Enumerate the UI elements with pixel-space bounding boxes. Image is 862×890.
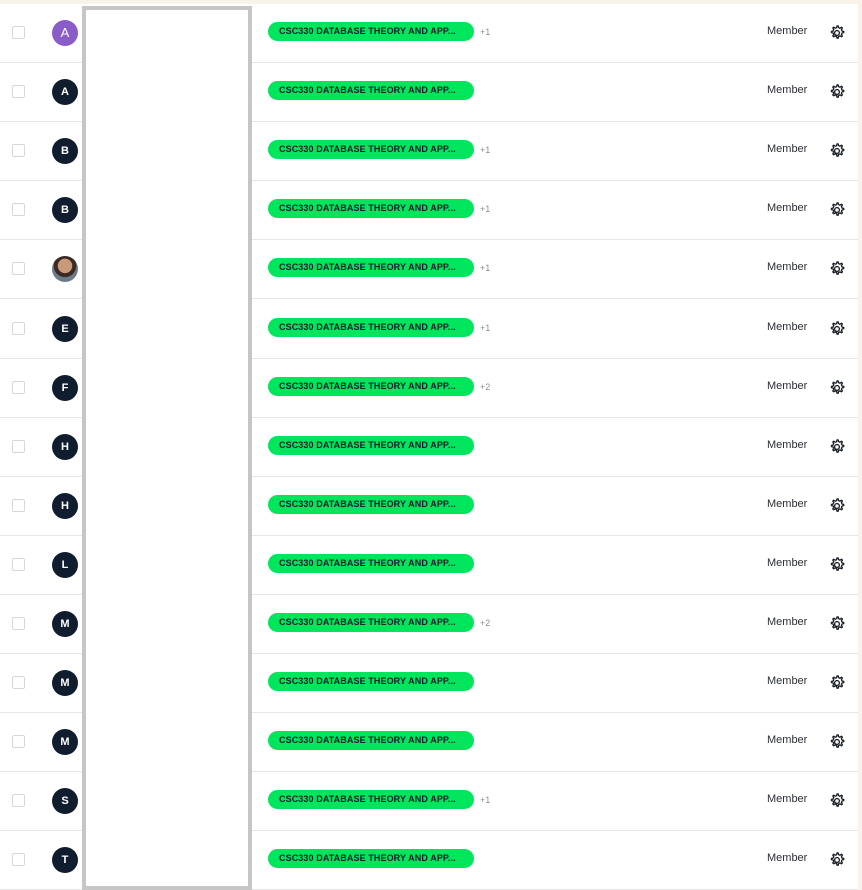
role-label: Member	[767, 675, 808, 688]
redacted-name-column	[82, 6, 252, 890]
row-checkbox[interactable]	[12, 794, 25, 808]
course-tag: CSC330 DATABASE THEORY AND APP...	[268, 790, 474, 810]
role-label: Member	[767, 261, 808, 274]
row-checkbox[interactable]	[12, 498, 25, 512]
avatar: H	[52, 492, 78, 519]
row-checkbox[interactable]	[12, 557, 25, 571]
role-label: Member	[767, 852, 808, 865]
course-tag: CSC330 DATABASE THEORY AND APP...	[268, 435, 474, 455]
course-tag: CSC330 DATABASE THEORY AND APP...	[268, 199, 474, 219]
extra-tags-count[interactable]: +1	[480, 204, 490, 214]
avatar: B	[52, 197, 78, 224]
gear-icon[interactable]	[828, 792, 846, 810]
gear-icon[interactable]	[828, 851, 846, 869]
row-checkbox[interactable]	[12, 85, 25, 99]
gear-icon[interactable]	[828, 674, 846, 692]
gear-icon[interactable]	[828, 24, 846, 42]
role-label: Member	[767, 556, 808, 569]
row-checkbox[interactable]	[12, 617, 25, 630]
avatar: B	[52, 138, 78, 165]
course-tag: CSC330 DATABASE THEORY AND APP...	[268, 258, 474, 278]
extra-tags-count[interactable]: +1	[480, 145, 490, 155]
gear-icon[interactable]	[828, 83, 846, 101]
row-checkbox[interactable]	[12, 853, 25, 867]
row-checkbox[interactable]	[12, 439, 25, 453]
gear-icon[interactable]	[828, 379, 846, 397]
role-label: Member	[767, 379, 808, 392]
gear-icon[interactable]	[828, 201, 846, 219]
course-tag: CSC330 DATABASE THEORY AND APP...	[268, 81, 474, 101]
role-label: Member	[767, 25, 808, 37]
role-label: Member	[767, 438, 808, 451]
course-tag: CSC330 DATABASE THEORY AND APP...	[268, 731, 474, 751]
role-label: Member	[767, 84, 808, 97]
row-checkbox[interactable]	[12, 26, 25, 39]
row-checkbox[interactable]	[12, 676, 25, 690]
avatar: F	[52, 374, 78, 401]
avatar: A	[52, 79, 78, 106]
role-label: Member	[767, 497, 808, 510]
gear-icon[interactable]	[828, 733, 846, 751]
extra-tags-count[interactable]: +1	[480, 263, 490, 273]
role-label: Member	[767, 202, 808, 215]
avatar: A	[52, 20, 78, 46]
avatar: M	[52, 670, 78, 697]
avatar: T	[52, 847, 78, 874]
avatar: H	[52, 433, 78, 460]
role-label: Member	[767, 616, 808, 628]
row-checkbox[interactable]	[12, 144, 25, 158]
course-tag: CSC330 DATABASE THEORY AND APP...	[268, 613, 474, 632]
extra-tags-count[interactable]: +1	[480, 323, 490, 333]
role-label: Member	[767, 320, 808, 333]
extra-tags-count[interactable]: +2	[480, 382, 490, 392]
gear-icon[interactable]	[828, 497, 846, 515]
course-tag: CSC330 DATABASE THEORY AND APP...	[268, 317, 474, 337]
avatar	[52, 256, 78, 283]
role-label: Member	[767, 143, 808, 156]
avatar: L	[52, 551, 78, 578]
course-tag: CSC330 DATABASE THEORY AND APP...	[268, 22, 474, 41]
extra-tags-count[interactable]: +2	[480, 618, 490, 628]
avatar: S	[52, 788, 78, 815]
row-checkbox[interactable]	[12, 203, 25, 217]
course-tag: CSC330 DATABASE THEORY AND APP...	[268, 140, 474, 160]
course-tag: CSC330 DATABASE THEORY AND APP...	[268, 376, 474, 396]
gear-icon[interactable]	[828, 260, 846, 278]
role-label: Member	[767, 793, 808, 806]
row-checkbox[interactable]	[12, 735, 25, 749]
extra-tags-count[interactable]: +1	[480, 795, 490, 805]
row-checkbox[interactable]	[12, 380, 25, 394]
gear-icon[interactable]	[828, 142, 846, 160]
role-label: Member	[767, 734, 808, 747]
course-tag: CSC330 DATABASE THEORY AND APP...	[268, 494, 474, 514]
avatar: M	[52, 729, 78, 756]
course-tag: CSC330 DATABASE THEORY AND APP...	[268, 672, 474, 692]
course-tag: CSC330 DATABASE THEORY AND APP...	[268, 553, 474, 573]
row-checkbox[interactable]	[12, 262, 25, 276]
gear-icon[interactable]	[828, 320, 846, 338]
row-checkbox[interactable]	[12, 321, 25, 335]
avatar: M	[52, 611, 78, 637]
course-tag: CSC330 DATABASE THEORY AND APP...	[268, 849, 474, 869]
gear-icon[interactable]	[828, 438, 846, 456]
gear-icon[interactable]	[828, 615, 846, 633]
extra-tags-count[interactable]: +1	[480, 27, 490, 37]
avatar: E	[52, 315, 78, 342]
gear-icon[interactable]	[828, 556, 846, 574]
